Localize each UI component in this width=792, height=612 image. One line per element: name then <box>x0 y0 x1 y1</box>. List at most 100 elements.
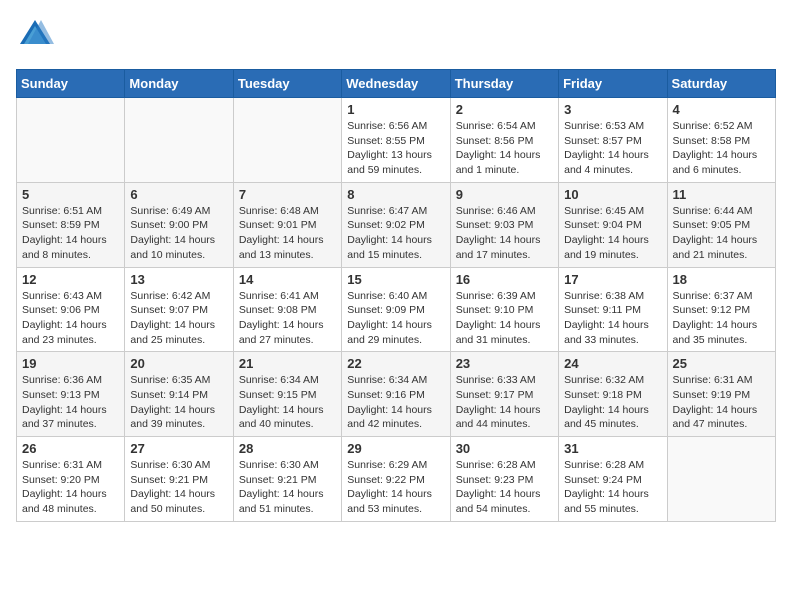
calendar-cell <box>233 98 341 183</box>
calendar-cell: 18 Sunrise: 6:37 AM Sunset: 9:12 PM Dayli… <box>667 267 775 352</box>
day-info: Sunrise: 6:29 AM Sunset: 9:22 PM Dayligh… <box>347 458 444 517</box>
day-info: Sunrise: 6:36 AM Sunset: 9:13 PM Dayligh… <box>22 373 119 432</box>
calendar-table: SundayMondayTuesdayWednesdayThursdayFrid… <box>16 69 776 522</box>
day-info: Sunrise: 6:28 AM Sunset: 9:23 PM Dayligh… <box>456 458 553 517</box>
calendar-cell: 5 Sunrise: 6:51 AM Sunset: 8:59 PM Daylig… <box>17 182 125 267</box>
day-number: 4 <box>673 102 770 117</box>
day-info: Sunrise: 6:47 AM Sunset: 9:02 PM Dayligh… <box>347 204 444 263</box>
column-header-wednesday: Wednesday <box>342 70 450 98</box>
day-number: 2 <box>456 102 553 117</box>
day-info: Sunrise: 6:30 AM Sunset: 9:21 PM Dayligh… <box>239 458 336 517</box>
calendar-cell <box>667 437 775 522</box>
day-number: 27 <box>130 441 227 456</box>
calendar-week-row: 5 Sunrise: 6:51 AM Sunset: 8:59 PM Daylig… <box>17 182 776 267</box>
logo <box>16 16 54 59</box>
calendar-cell: 12 Sunrise: 6:43 AM Sunset: 9:06 PM Dayli… <box>17 267 125 352</box>
day-info: Sunrise: 6:33 AM Sunset: 9:17 PM Dayligh… <box>456 373 553 432</box>
calendar-cell: 1 Sunrise: 6:56 AM Sunset: 8:55 PM Daylig… <box>342 98 450 183</box>
calendar-cell: 3 Sunrise: 6:53 AM Sunset: 8:57 PM Daylig… <box>559 98 667 183</box>
calendar-cell: 8 Sunrise: 6:47 AM Sunset: 9:02 PM Daylig… <box>342 182 450 267</box>
column-header-saturday: Saturday <box>667 70 775 98</box>
calendar-cell: 6 Sunrise: 6:49 AM Sunset: 9:00 PM Daylig… <box>125 182 233 267</box>
day-info: Sunrise: 6:41 AM Sunset: 9:08 PM Dayligh… <box>239 289 336 348</box>
day-number: 11 <box>673 187 770 202</box>
day-info: Sunrise: 6:28 AM Sunset: 9:24 PM Dayligh… <box>564 458 661 517</box>
calendar-cell: 4 Sunrise: 6:52 AM Sunset: 8:58 PM Daylig… <box>667 98 775 183</box>
day-number: 9 <box>456 187 553 202</box>
calendar-cell: 16 Sunrise: 6:39 AM Sunset: 9:10 PM Dayli… <box>450 267 558 352</box>
day-number: 6 <box>130 187 227 202</box>
day-info: Sunrise: 6:32 AM Sunset: 9:18 PM Dayligh… <box>564 373 661 432</box>
calendar-body: 1 Sunrise: 6:56 AM Sunset: 8:55 PM Daylig… <box>17 98 776 522</box>
day-info: Sunrise: 6:46 AM Sunset: 9:03 PM Dayligh… <box>456 204 553 263</box>
day-info: Sunrise: 6:31 AM Sunset: 9:20 PM Dayligh… <box>22 458 119 517</box>
calendar-cell: 27 Sunrise: 6:30 AM Sunset: 9:21 PM Dayli… <box>125 437 233 522</box>
calendar-cell: 28 Sunrise: 6:30 AM Sunset: 9:21 PM Dayli… <box>233 437 341 522</box>
day-number: 12 <box>22 272 119 287</box>
calendar-cell: 19Sunrise: 6:36 AM Sunset: 9:13 PM Dayli… <box>17 352 125 437</box>
day-info: Sunrise: 6:30 AM Sunset: 9:21 PM Dayligh… <box>130 458 227 517</box>
day-number: 23 <box>456 356 553 371</box>
calendar-cell: 20Sunrise: 6:35 AM Sunset: 9:14 PM Dayli… <box>125 352 233 437</box>
day-number: 26 <box>22 441 119 456</box>
calendar-cell: 14 Sunrise: 6:41 AM Sunset: 9:08 PM Dayli… <box>233 267 341 352</box>
day-number: 1 <box>347 102 444 117</box>
day-number: 31 <box>564 441 661 456</box>
calendar-cell: 31 Sunrise: 6:28 AM Sunset: 9:24 PM Dayli… <box>559 437 667 522</box>
calendar-cell: 7Sunrise: 6:48 AM Sunset: 9:01 PM Daylig… <box>233 182 341 267</box>
day-number: 15 <box>347 272 444 287</box>
calendar-cell: 29 Sunrise: 6:29 AM Sunset: 9:22 PM Dayli… <box>342 437 450 522</box>
day-number: 30 <box>456 441 553 456</box>
column-header-sunday: Sunday <box>17 70 125 98</box>
calendar-cell <box>125 98 233 183</box>
day-info: Sunrise: 6:53 AM Sunset: 8:57 PM Dayligh… <box>564 119 661 178</box>
calendar-cell: 26 Sunrise: 6:31 AM Sunset: 9:20 PM Dayli… <box>17 437 125 522</box>
calendar-cell: 22Sunrise: 6:34 AM Sunset: 9:16 PM Dayli… <box>342 352 450 437</box>
calendar-cell: 11 Sunrise: 6:44 AM Sunset: 9:05 PM Dayli… <box>667 182 775 267</box>
day-number: 18 <box>673 272 770 287</box>
calendar-week-row: 12 Sunrise: 6:43 AM Sunset: 9:06 PM Dayli… <box>17 267 776 352</box>
day-info: Sunrise: 6:56 AM Sunset: 8:55 PM Dayligh… <box>347 119 444 178</box>
day-info: Sunrise: 6:45 AM Sunset: 9:04 PM Dayligh… <box>564 204 661 263</box>
column-header-monday: Monday <box>125 70 233 98</box>
calendar-cell: 13 Sunrise: 6:42 AM Sunset: 9:07 PM Dayli… <box>125 267 233 352</box>
day-info: Sunrise: 6:44 AM Sunset: 9:05 PM Dayligh… <box>673 204 770 263</box>
day-info: Sunrise: 6:52 AM Sunset: 8:58 PM Dayligh… <box>673 119 770 178</box>
day-info: Sunrise: 6:51 AM Sunset: 8:59 PM Dayligh… <box>22 204 119 263</box>
day-number: 24 <box>564 356 661 371</box>
day-number: 10 <box>564 187 661 202</box>
day-info: Sunrise: 6:54 AM Sunset: 8:56 PM Dayligh… <box>456 119 553 178</box>
calendar-cell: 30 Sunrise: 6:28 AM Sunset: 9:23 PM Dayli… <box>450 437 558 522</box>
day-info: Sunrise: 6:31 AM Sunset: 9:19 PM Dayligh… <box>673 373 770 432</box>
day-number: 28 <box>239 441 336 456</box>
day-info: Sunrise: 6:42 AM Sunset: 9:07 PM Dayligh… <box>130 289 227 348</box>
day-info: Sunrise: 6:49 AM Sunset: 9:00 PM Dayligh… <box>130 204 227 263</box>
calendar-cell: 24 Sunrise: 6:32 AM Sunset: 9:18 PM Dayli… <box>559 352 667 437</box>
calendar-cell: 2 Sunrise: 6:54 AM Sunset: 8:56 PM Daylig… <box>450 98 558 183</box>
day-number: 21 <box>239 356 336 371</box>
day-number: 29 <box>347 441 444 456</box>
column-header-thursday: Thursday <box>450 70 558 98</box>
day-info: Sunrise: 6:39 AM Sunset: 9:10 PM Dayligh… <box>456 289 553 348</box>
day-number: 3 <box>564 102 661 117</box>
day-number: 25 <box>673 356 770 371</box>
calendar-cell: 23 Sunrise: 6:33 AM Sunset: 9:17 PM Dayli… <box>450 352 558 437</box>
calendar-cell <box>17 98 125 183</box>
day-info: Sunrise: 6:37 AM Sunset: 9:12 PM Dayligh… <box>673 289 770 348</box>
day-number: 13 <box>130 272 227 287</box>
day-info: Sunrise: 6:40 AM Sunset: 9:09 PM Dayligh… <box>347 289 444 348</box>
day-number: 20 <box>130 356 227 371</box>
calendar-header-row: SundayMondayTuesdayWednesdayThursdayFrid… <box>17 70 776 98</box>
day-number: 8 <box>347 187 444 202</box>
calendar-cell: 15 Sunrise: 6:40 AM Sunset: 9:09 PM Dayli… <box>342 267 450 352</box>
calendar-cell: 21Sunrise: 6:34 AM Sunset: 9:15 PM Dayli… <box>233 352 341 437</box>
calendar-week-row: 26 Sunrise: 6:31 AM Sunset: 9:20 PM Dayli… <box>17 437 776 522</box>
day-info: Sunrise: 6:48 AM Sunset: 9:01 PM Dayligh… <box>239 204 336 263</box>
day-number: 16 <box>456 272 553 287</box>
calendar-cell: 25 Sunrise: 6:31 AM Sunset: 9:19 PM Dayli… <box>667 352 775 437</box>
day-number: 5 <box>22 187 119 202</box>
day-info: Sunrise: 6:43 AM Sunset: 9:06 PM Dayligh… <box>22 289 119 348</box>
calendar-week-row: 19Sunrise: 6:36 AM Sunset: 9:13 PM Dayli… <box>17 352 776 437</box>
day-number: 14 <box>239 272 336 287</box>
column-header-tuesday: Tuesday <box>233 70 341 98</box>
